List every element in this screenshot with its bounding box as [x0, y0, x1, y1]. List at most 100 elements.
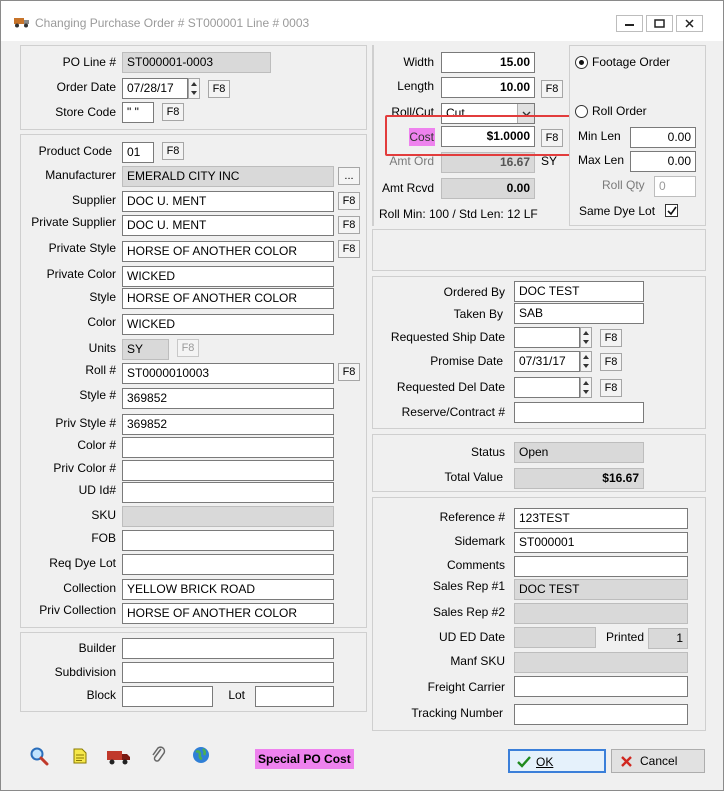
promise-date-field[interactable]: 07/31/17 — [514, 351, 580, 372]
req-ship-date-field[interactable] — [514, 327, 580, 348]
style-field[interactable]: HORSE OF ANOTHER COLOR — [122, 288, 334, 309]
req-del-date-field[interactable] — [514, 377, 580, 398]
color-num-field[interactable] — [122, 437, 334, 458]
tracking-number-field[interactable] — [514, 704, 688, 725]
truck-icon[interactable] — [106, 747, 132, 765]
product-code-label: Product Code — [38, 144, 112, 158]
req-dye-lot-field[interactable] — [122, 554, 334, 575]
close-button[interactable] — [676, 15, 703, 32]
amt-rcvd-field: 0.00 — [441, 178, 535, 199]
special-po-cost-label: Special PO Cost — [255, 749, 354, 769]
reserve-contract-field[interactable] — [514, 402, 644, 423]
paperclip-icon[interactable] — [151, 746, 167, 764]
color-num-label: Color # — [77, 438, 116, 452]
sidemark-field[interactable]: ST000001 — [514, 532, 688, 553]
color-field[interactable]: WICKED — [122, 314, 334, 335]
promise-date-f8-button[interactable]: F8 — [600, 353, 622, 371]
magnifier-icon[interactable] — [29, 746, 49, 766]
taken-by-field[interactable]: SAB — [514, 303, 644, 324]
builder-field[interactable] — [122, 638, 334, 659]
roll-label: Roll # — [85, 363, 116, 377]
comments-field[interactable] — [514, 556, 688, 577]
ud-id-label: UD Id# — [78, 483, 116, 497]
priv-style-num-field[interactable]: 369852 — [122, 414, 334, 435]
globe-icon[interactable] — [192, 746, 210, 764]
store-code-f8-button[interactable]: F8 — [162, 103, 184, 121]
roll-info-text: Roll Min: 100 / Std Len: 12 LF — [379, 207, 538, 221]
store-code-field[interactable]: " " — [122, 102, 154, 123]
reference-label: Reference # — [439, 510, 505, 524]
fob-field[interactable] — [122, 530, 334, 551]
collection-label: Collection — [63, 581, 116, 595]
total-value-field: $16.67 — [514, 468, 644, 489]
private-supplier-label: Private Supplier — [31, 215, 116, 229]
status-field: Open — [514, 442, 644, 463]
reference-field[interactable]: 123TEST — [514, 508, 688, 529]
supplier-field[interactable]: DOC U. MENT — [122, 191, 334, 212]
order-date-field[interactable]: 07/28/17 — [122, 78, 188, 99]
length-field[interactable]: 10.00 — [441, 77, 535, 98]
footage-order-radio[interactable] — [575, 56, 588, 69]
subdivision-field[interactable] — [122, 662, 334, 683]
freight-carrier-field[interactable] — [514, 676, 688, 697]
same-dye-lot-checkbox[interactable] — [665, 204, 678, 217]
ordered-by-field[interactable]: DOC TEST — [514, 281, 644, 302]
order-date-f8-button[interactable]: F8 — [208, 80, 230, 98]
private-style-field[interactable]: HORSE OF ANOTHER COLOR — [122, 241, 334, 262]
roll-order-radio[interactable] — [575, 105, 588, 118]
priv-collection-field[interactable]: HORSE OF ANOTHER COLOR — [122, 603, 334, 624]
req-ship-date-label: Requested Ship Date — [390, 330, 505, 344]
roll-field[interactable]: ST0000010003 — [122, 363, 334, 384]
amt-rcvd-label: Amt Rcvd — [381, 181, 434, 195]
amt-ord-unit: SY — [541, 154, 558, 168]
order-date-spinner[interactable] — [188, 78, 200, 99]
length-f8-button[interactable]: F8 — [541, 80, 563, 98]
req-ship-date-f8-button[interactable]: F8 — [600, 329, 622, 347]
req-ship-date-spinner[interactable] — [580, 327, 592, 348]
promise-date-spinner[interactable] — [580, 351, 592, 372]
product-code-field[interactable]: 01 — [122, 142, 154, 163]
req-del-date-label: Requested Del Date — [396, 380, 505, 394]
priv-color-num-label: Priv Color # — [53, 461, 116, 475]
supplier-f8-button[interactable]: F8 — [338, 192, 360, 210]
width-field[interactable]: 15.00 — [441, 52, 535, 73]
product-code-f8-button[interactable]: F8 — [162, 142, 184, 160]
note-icon[interactable] — [73, 748, 87, 764]
total-value-label: Total Value — [444, 470, 503, 484]
private-style-f8-button[interactable]: F8 — [338, 240, 360, 258]
private-color-field[interactable]: WICKED — [122, 266, 334, 287]
private-supplier-field[interactable]: DOC U. MENT — [122, 215, 334, 236]
close-icon — [685, 19, 694, 28]
printed-field: 1 — [648, 628, 688, 649]
minimize-button[interactable] — [616, 15, 643, 32]
req-del-date-f8-button[interactable]: F8 — [600, 379, 622, 397]
req-del-date-spinner[interactable] — [580, 377, 592, 398]
title-bar: Changing Purchase Order # ST000001 Line … — [1, 1, 723, 41]
roll-f8-button[interactable]: F8 — [338, 363, 360, 381]
min-len-field[interactable]: 0.00 — [630, 127, 696, 148]
manufacturer-lookup-button[interactable]: ... — [338, 167, 360, 185]
supplier-label: Supplier — [71, 193, 116, 207]
ud-id-field[interactable] — [122, 482, 334, 503]
po-line-field: ST000001-0003 — [122, 52, 271, 73]
max-len-field[interactable]: 0.00 — [630, 151, 696, 172]
private-color-label: Private Color — [46, 267, 116, 281]
reserve-contract-label: Reserve/Contract # — [401, 405, 505, 419]
status-label: Status — [470, 445, 505, 459]
ok-button[interactable]: OK — [508, 749, 606, 773]
priv-color-num-field[interactable] — [122, 460, 334, 481]
private-supplier-f8-button[interactable]: F8 — [338, 216, 360, 234]
collection-field[interactable]: YELLOW BRICK ROAD — [122, 579, 334, 600]
cancel-button[interactable]: Cancel — [611, 749, 705, 773]
checkmark-icon — [517, 756, 531, 768]
block-field[interactable] — [122, 686, 213, 707]
style-num-field[interactable]: 369852 — [122, 388, 334, 409]
taken-by-label: Taken By — [453, 307, 503, 321]
length-label: Length — [397, 79, 434, 93]
order-date-label: Order Date — [56, 80, 116, 94]
restore-button[interactable] — [646, 15, 673, 32]
max-len-label: Max Len — [578, 153, 625, 167]
lot-field[interactable] — [255, 686, 334, 707]
sku-field — [122, 506, 334, 527]
sidemark-label: Sidemark — [454, 534, 505, 548]
